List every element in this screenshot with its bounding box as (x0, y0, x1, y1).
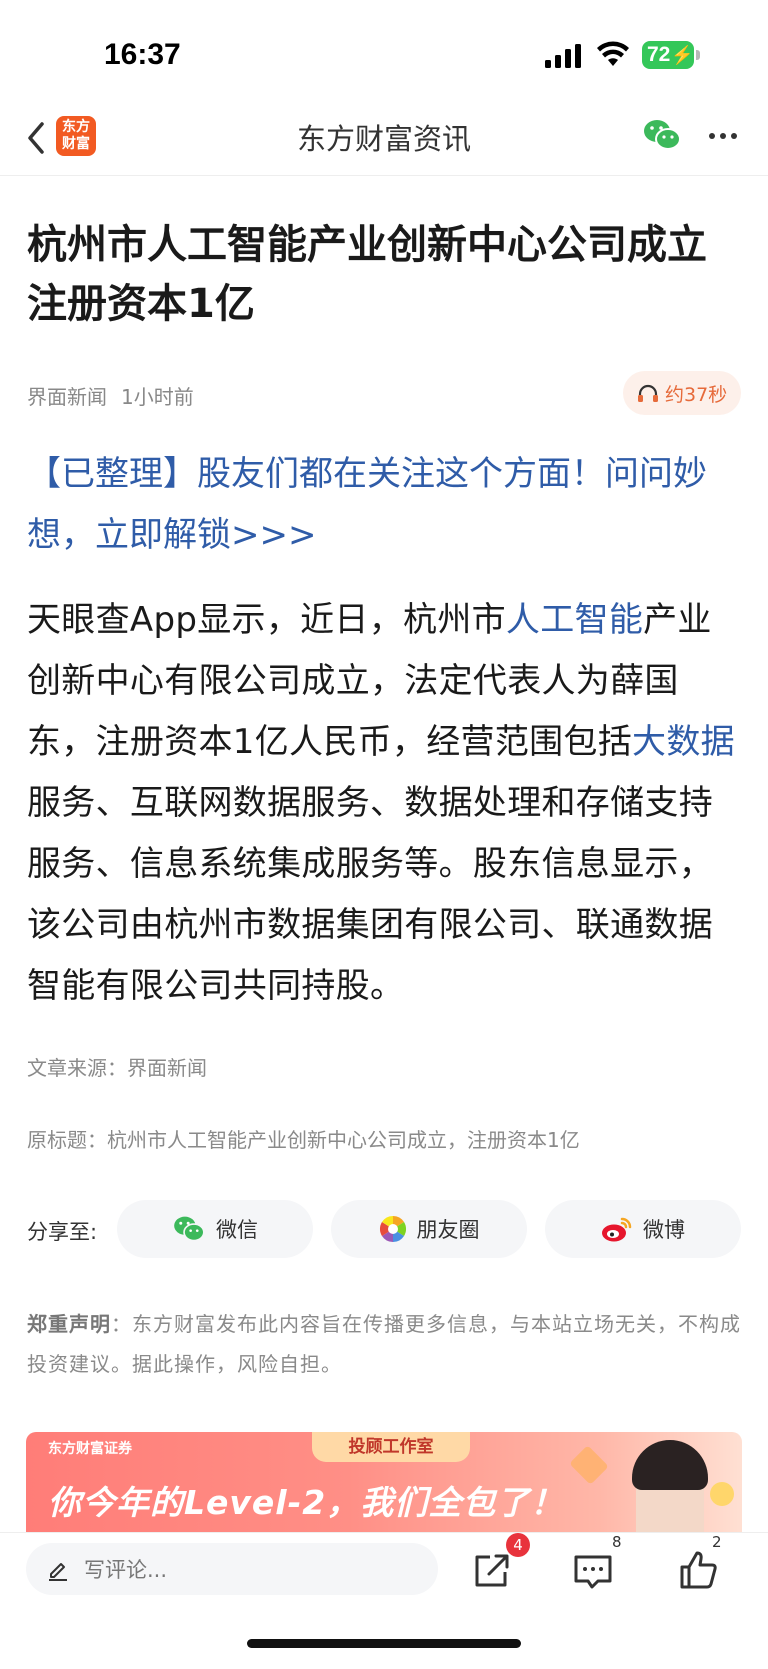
home-indicator (247, 1639, 521, 1648)
comment-icon[interactable] (568, 1547, 618, 1593)
keyword-link-bigdata[interactable]: 大数据 (632, 722, 735, 762)
promo-link[interactable]: 【已整理】股友们都在关注这个方面！问问妙想，立即解锁>>> (27, 444, 743, 566)
promo-banner[interactable]: 东方财富证券 投顾工作室 你今年的Level-2，我们全包了！ (26, 1432, 742, 1532)
keyword-link-ai[interactable]: 人工智能 (506, 600, 643, 640)
article-headline: 杭州市人工智能产业创新中心公司成立 注册资本1亿 (27, 222, 707, 327)
comment-input[interactable]: 写评论... (26, 1543, 438, 1595)
listen-button[interactable]: 约37秒 (623, 371, 741, 415)
listen-duration: 约37秒 (665, 383, 728, 406)
pencil-icon (49, 1563, 67, 1581)
share-weibo-button[interactable]: 微博 (545, 1200, 741, 1258)
bottom-action-bar: 写评论... 4 8 2 (0, 1532, 768, 1669)
share-label: 分享至: (27, 1220, 98, 1244)
battery-level: 72 (647, 43, 671, 66)
headphones-icon (638, 384, 658, 402)
comment-placeholder: 写评论... (84, 1558, 168, 1582)
weibo-icon (602, 1217, 632, 1242)
share-row: 分享至: 微信 朋友圈 微博 (27, 1200, 743, 1258)
wifi-icon (597, 41, 629, 66)
share-moments-label: 朋友圈 (416, 1218, 480, 1242)
share-weibo-label: 微博 (643, 1218, 685, 1242)
banner-brand: 东方财富证券 (48, 1441, 132, 1457)
article-meta: 界面新闻 1小时前 (27, 381, 194, 410)
thumbs-up-icon[interactable] (674, 1547, 724, 1593)
banner-slogan: 你今年的Level-2，我们全包了！ (48, 1483, 565, 1522)
status-time: 16:37 (104, 38, 181, 71)
disclaimer-label: 郑重声明 (27, 1312, 111, 1336)
coin-decoration (710, 1482, 734, 1506)
disclaimer-text: ：东方财富发布此内容旨在传播更多信息，与本站立场无关，不构成投资建议。据此操作，… (27, 1312, 741, 1376)
status-bar: 16:37 72 ⚡ (0, 0, 768, 100)
article-body: 天眼查App显示，近日，杭州市人工智能产业创新中心有限公司成立，法定代表人为薛国… (27, 590, 743, 1017)
charging-icon: ⚡ (671, 44, 694, 65)
article-source: 界面新闻 (27, 385, 107, 409)
cellular-signal-icon (545, 44, 581, 68)
share-moments-button[interactable]: 朋友圈 (331, 1200, 527, 1258)
comment-count: 8 (612, 1533, 622, 1551)
like-count: 2 (712, 1533, 722, 1551)
share-wechat-button[interactable]: 微信 (117, 1200, 313, 1258)
share-count-badge: 4 (506, 1533, 530, 1557)
banner-person-image (632, 1440, 708, 1532)
wechat-icon (174, 1216, 205, 1242)
gem-decoration (569, 1445, 609, 1485)
article-time: 1小时前 (121, 385, 194, 409)
body-text-1: 天眼查App显示，近日，杭州市 (27, 600, 506, 640)
banner-tab: 投顾工作室 (312, 1432, 470, 1462)
disclaimer: 郑重声明：东方财富发布此内容旨在传播更多信息，与本站立场无关，不构成投资建议。据… (27, 1304, 743, 1384)
wechat-icon[interactable] (643, 118, 681, 152)
share-wechat-label: 微信 (216, 1218, 258, 1242)
body-text-3: 服务、互联网数据服务、数据处理和存储支持服务、信息系统集成服务等。股东信息显示，… (27, 783, 713, 1006)
moments-icon (379, 1215, 406, 1243)
battery-cap (696, 50, 700, 60)
original-title: 原标题：杭州市人工智能产业创新中心公司成立，注册资本1亿 (27, 1128, 580, 1152)
more-icon[interactable] (708, 127, 738, 145)
article-source-line: 文章来源：界面新闻 (27, 1056, 207, 1080)
battery-indicator: 72 ⚡ (642, 41, 694, 69)
